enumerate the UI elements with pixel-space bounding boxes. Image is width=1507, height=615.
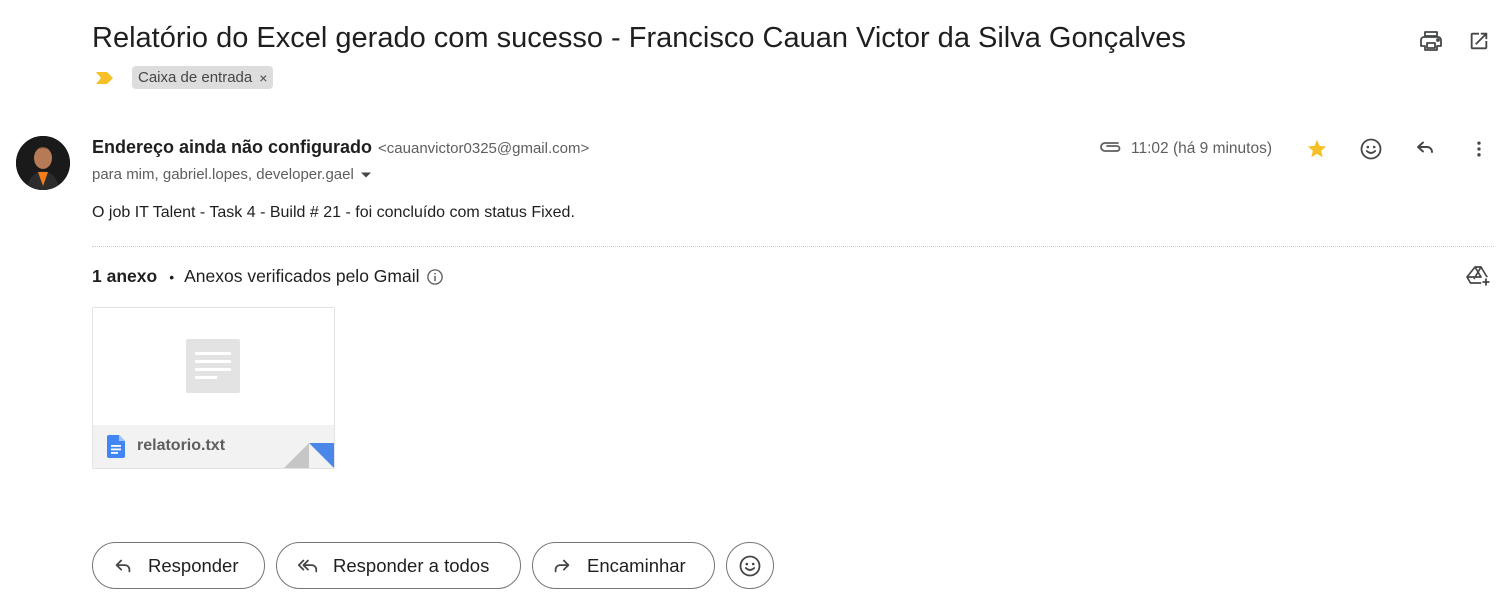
add-to-drive-icon: [1466, 266, 1491, 287]
more-options-button[interactable]: [1461, 131, 1497, 167]
received-time[interactable]: 11:02 (há 9 minutos): [1131, 140, 1272, 158]
attachments-header: 1 anexo • Anexos verificados pelo Gmail: [92, 266, 444, 287]
label-row: Caixa de entrada ×: [92, 66, 274, 89]
reply-all-label: Responder a todos: [333, 554, 490, 576]
emoji-icon: [739, 555, 761, 576]
corner-fold-blue: [309, 443, 334, 468]
attachment-count: 1 anexo: [92, 266, 158, 286]
sender-name[interactable]: Endereço ainda não configurado: [92, 137, 372, 158]
star-button[interactable]: [1299, 131, 1335, 167]
open-new-window-button[interactable]: [1461, 23, 1497, 59]
document-thumbnail-icon: [186, 339, 240, 393]
forward-label: Encaminhar: [587, 554, 686, 576]
verified-label: Anexos verificados pelo Gmail: [184, 266, 420, 286]
add-to-drive-button[interactable]: [1461, 258, 1497, 294]
attachment-card[interactable]: relatorio.txt: [92, 307, 335, 469]
reply-label: Responder: [148, 554, 239, 576]
attachment-filename: relatorio.txt: [137, 437, 226, 454]
forward-icon: [554, 559, 570, 572]
reply-all-button[interactable]: Responder a todos: [276, 542, 521, 589]
label-name: Caixa de entrada: [138, 69, 253, 86]
avatar[interactable]: [16, 136, 70, 190]
google-docs-file-icon: [107, 435, 125, 458]
open-in-new-icon: [1470, 32, 1488, 50]
add-reaction-button[interactable]: [1353, 131, 1389, 167]
reply-icon: [1417, 141, 1433, 153]
forward-button[interactable]: Encaminhar: [532, 542, 715, 589]
recipients-text: para mim, gabriel.lopes, developer.gael: [92, 166, 354, 183]
star-icon: [1307, 139, 1327, 158]
importance-marker-icon[interactable]: [94, 67, 116, 89]
print-button[interactable]: [1413, 23, 1449, 59]
inbox-label-chip[interactable]: Caixa de entrada ×: [132, 66, 274, 89]
printer-icon: [1420, 31, 1442, 51]
separator-dot: •: [169, 268, 175, 285]
remove-label-icon[interactable]: ×: [259, 70, 267, 86]
attachment-clip-icon: [1098, 139, 1124, 160]
email-body: O job IT Talent - Task 4 - Build # 21 - …: [92, 204, 575, 221]
reply-icon-button[interactable]: [1407, 131, 1443, 167]
divider: [92, 246, 1494, 247]
more-vert-icon: [1477, 141, 1481, 157]
reply-all-icon: [297, 559, 318, 572]
recipients-line[interactable]: para mim, gabriel.lopes, developer.gael: [92, 166, 372, 183]
attachment-preview: [93, 308, 334, 425]
info-icon[interactable]: [426, 268, 444, 286]
emoji-reaction-button[interactable]: [726, 542, 774, 589]
emoji-icon: [1360, 138, 1382, 160]
show-details-chevron-icon[interactable]: [360, 166, 372, 183]
reply-icon: [115, 559, 131, 572]
corner-fold: [284, 443, 309, 468]
sender-line: Endereço ainda não configurado <cauanvic…: [92, 137, 589, 158]
sender-email: <cauanvictor0325@gmail.com>: [378, 140, 590, 157]
reply-button[interactable]: Responder: [92, 542, 265, 589]
attachment-footer: relatorio.txt: [93, 425, 334, 468]
email-subject: Relatório do Excel gerado com sucesso - …: [92, 22, 1186, 54]
